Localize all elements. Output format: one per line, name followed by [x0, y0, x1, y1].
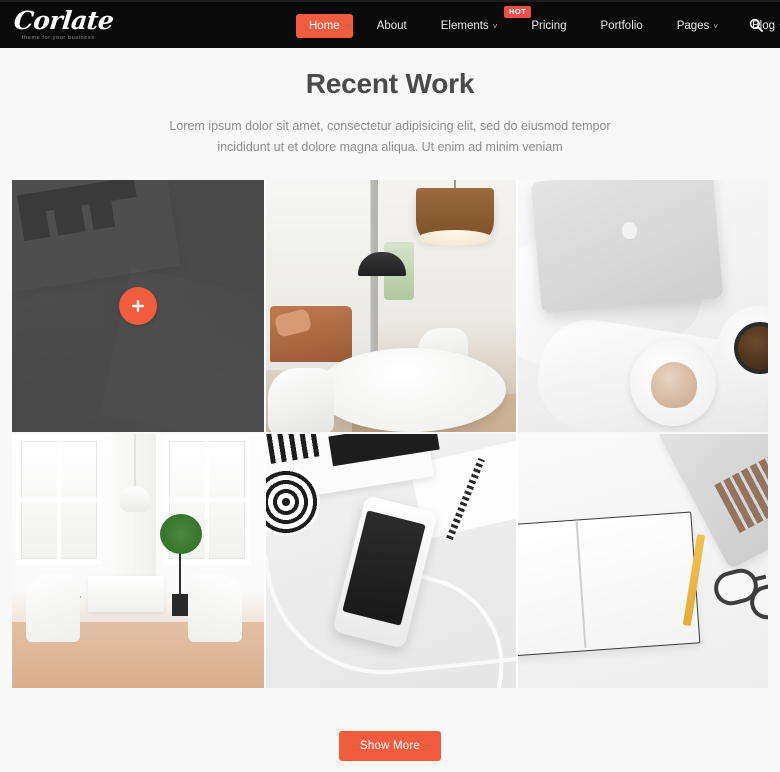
nav-item-home-label: Home [309, 20, 340, 32]
portfolio-item[interactable] [12, 434, 264, 688]
section-subtitle: Lorem ipsum dolor sit amet, consectetur … [169, 119, 611, 154]
portfolio-item-image [518, 434, 768, 688]
nav-item-pricing[interactable]: Pricing [521, 14, 576, 38]
section-header: Recent Work Lorem ipsum dolor sit amet, … [0, 48, 780, 157]
portfolio-item-image [266, 434, 516, 688]
nav-item-about[interactable]: About [367, 14, 417, 38]
portfolio-item[interactable] [264, 180, 516, 432]
nav-item-pages-label: Pages [676, 20, 710, 32]
portfolio-item-image [12, 434, 264, 688]
portfolio-item-overlay[interactable] [12, 180, 264, 432]
chevron-down-icon: ˅ [492, 22, 498, 31]
nav-item-pricing-label: Pricing [531, 20, 567, 32]
brand-logo[interactable]: Corlate theme for your business [0, 6, 115, 42]
portfolio-item[interactable] [264, 434, 516, 688]
nav-item-about-label: About [376, 20, 407, 32]
site-header: Corlate theme for your business Home Abo… [0, 0, 780, 48]
brand-tagline: theme for your business [22, 35, 95, 42]
nav-item-pages[interactable]: Pages ˅ [667, 14, 728, 38]
nav-item-portfolio-label: Portfolio [600, 20, 643, 32]
portfolio-item[interactable] [12, 180, 264, 432]
portfolio-item[interactable] [516, 180, 768, 432]
brand-name: Corlate [12, 6, 115, 36]
chevron-down-icon: ˅ [713, 22, 718, 31]
portfolio-item-image [266, 180, 516, 432]
portfolio-item-image [518, 180, 768, 432]
nav-item-portfolio[interactable]: Portfolio [591, 14, 653, 38]
plus-icon[interactable] [119, 287, 157, 325]
nav-item-home[interactable]: Home [296, 14, 353, 38]
nav-item-elements[interactable]: Elements ˅ HOT [431, 6, 532, 38]
portfolio-grid [12, 180, 768, 688]
show-more-button[interactable]: Show More [339, 731, 441, 761]
portfolio-item[interactable] [516, 434, 768, 688]
page-title: Recent Work [305, 68, 475, 99]
main-navigation: Home About Elements ˅ HOT Pricing Portfo… [296, 2, 780, 50]
show-more-container: Show More [0, 731, 780, 761]
nav-item-elements-label: Elements [440, 20, 489, 32]
search-icon[interactable] [746, 15, 766, 35]
